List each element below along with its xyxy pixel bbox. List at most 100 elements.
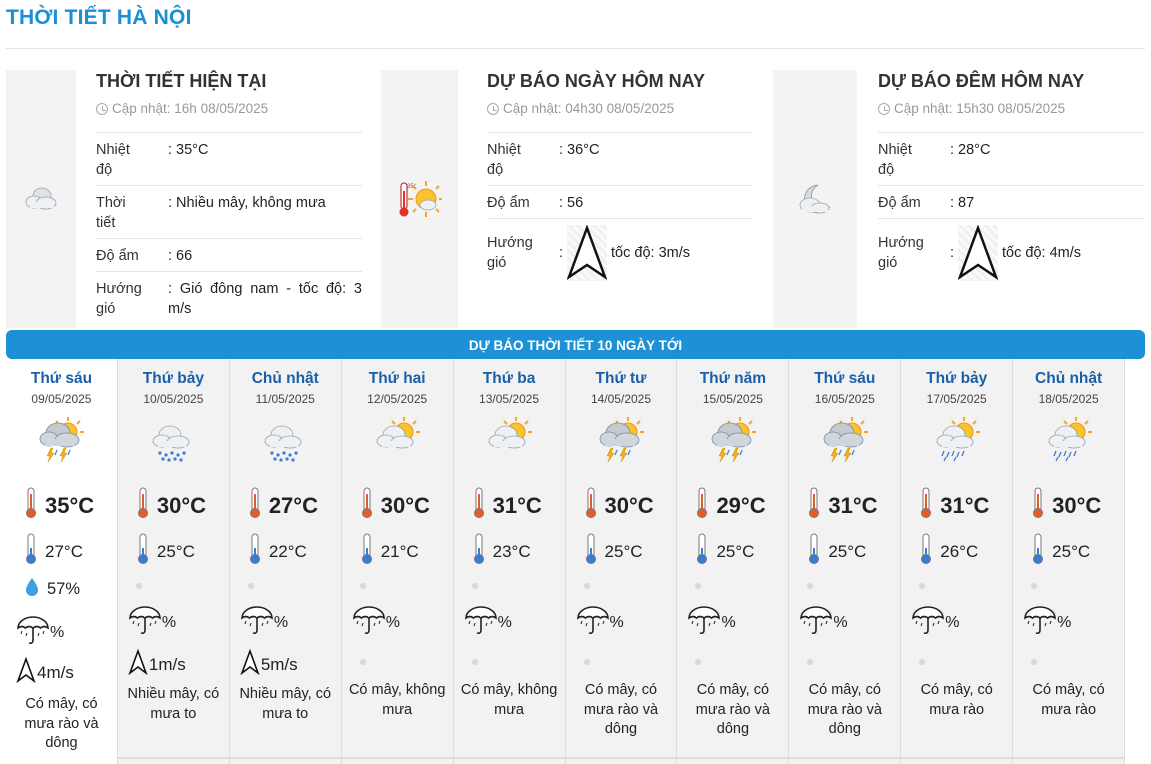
row-value: : [559,244,564,261]
thermometer-hot-icon [472,487,486,525]
row-label: Hướng gió [96,281,142,317]
thermometer-hot-icon [24,487,38,525]
row-value: : 56 [559,195,584,211]
temp-low-value: 25°C [604,541,643,561]
sun-cloud-icon [372,415,422,468]
rain-chance: % [352,605,400,640]
temp-high: 29°C [695,487,766,525]
thermometer-hot-icon [136,487,150,525]
rain-chance-value: % [273,613,289,631]
temp-low-value: 27°C [45,541,83,561]
day-date: 18/05/2025 [1038,392,1099,406]
wind-value: 5m/s [260,654,298,674]
temp-high-value: 30°C [156,493,207,518]
umbrella-icon [464,605,498,640]
rain-chance: % [911,605,959,640]
temp-high-value: 29°C [716,493,766,518]
row-value: : 66 [168,248,193,264]
rain-chance-value: % [833,613,848,631]
day-date: 16/05/2025 [814,392,875,406]
sun-cloud-icon [484,415,534,468]
bottom-divider [118,757,1125,759]
row-label: Nhiệt độ [487,142,521,178]
empty-wind-dot [919,659,926,665]
rain-chance: % [464,605,512,640]
row-value: : 87 [950,195,975,211]
umbrella-icon [799,605,833,640]
today-updated-text: Cập nhật: 04h30 08/05/2025 [503,101,675,116]
thermometer-cold-icon [695,533,709,570]
umbrella-icon [687,605,721,640]
empty-humidity-dot [135,583,142,589]
wind-arrow-icon [16,656,37,688]
day-column: Thứ sáu 16/05/2025 31°C 25°C% Có mây, có mưa… [789,359,902,764]
day-description: Nhiều mây, có mưa to [239,686,332,722]
empty-humidity-dot [471,583,478,589]
day-name: Thứ hai [368,370,426,387]
temp-high-value: 31°C [828,493,878,518]
empty-wind-dot [807,659,814,665]
hot-sun-thermometer-icon: 35° [399,181,442,217]
temp-low-value: 22°C [268,541,307,561]
umbrella-icon [128,605,162,640]
row-value: : 28°C [950,142,991,158]
day-name: Thứ năm [699,370,767,387]
rain-cloud-icon [260,415,310,468]
day-name: Chủ nhật [1035,370,1103,387]
rain-chance-value: % [50,623,65,641]
tonight-temp-row: Nhiệt độ: 28°C [878,133,1144,186]
today-temp-row: Nhiệt độ: 36°C [487,133,753,186]
thunderstorm-sun-icon [708,415,758,468]
current-humidity-row: Độ ẩm : 66 [96,239,362,272]
row-label: Độ ẩm [878,195,921,211]
row-label: Thời tiết [96,195,126,231]
umbrella-icon [16,615,50,650]
today-forecast-panel: 35° DỰ BÁO NGÀY HÔM NAY Cập nhật: 04h30 … [381,70,771,328]
day-date: 11/05/2025 [255,392,315,406]
temp-low: 27°C [24,533,83,570]
wind-speed: tốc độ: 4m/s [1002,244,1082,261]
thermometer-hot-icon [807,487,821,525]
temp-low-value: 25°C [1052,541,1091,561]
rain-chance: % [799,605,848,640]
thermometer-hot-icon [1031,487,1045,525]
empty-wind-dot [583,659,590,665]
humidity: 57% [24,577,80,602]
temp-high: 31°C [472,487,542,525]
temp-low-value: 21°C [380,541,419,561]
temp-high: 35°C [24,487,94,525]
ten-day-banner: DỰ BÁO THỜI TIẾT 10 NGÀY TỚI [6,330,1145,359]
thermometer-hot-icon [360,487,374,525]
rain-chance: % [16,615,64,650]
empty-humidity-dot [359,583,366,589]
title-divider [6,48,1145,49]
sun-rain-icon [1044,415,1094,468]
rain-chance: % [1023,605,1071,640]
day-column: Chủ nhật 11/05/2025 27°C 22°C% 5m/s Nhiều mây… [230,359,342,764]
row-value: : Nhiều mây, không mưa [168,195,326,211]
current-icon-box [6,70,76,328]
empty-humidity-dot [807,583,814,589]
moon-cloud-icon [799,184,831,214]
row-label: Độ ẩm [96,248,139,264]
empty-humidity-dot [695,583,702,589]
day-name: Thứ ba [482,370,536,387]
wind-speed: tốc độ: 3m/s [611,244,691,261]
row-label: Hướng gió [878,234,924,271]
row-label: Độ ẩm [487,195,530,211]
rain-chance-value: % [385,613,400,631]
temp-high: 30°C [360,487,430,525]
temp-low: 25°C [1031,533,1090,570]
temp-high: 30°C [136,487,206,525]
day-description: Có mây, không mưa [460,682,558,718]
thermometer-cold-icon [919,533,933,570]
day-description: Có mây, có mưa rào và dông [24,696,99,751]
empty-humidity-dot [919,583,926,589]
tonight-humidity-row: Độ ẩm : 87 [878,186,1144,219]
thermometer-cold-icon [807,533,821,570]
day-column: Thứ bảy 17/05/2025 31°C 26°C% Có mây, có mưa… [901,359,1014,764]
thermometer-cold-icon [248,533,262,570]
thermometer-hot-icon [695,487,709,525]
today-title: DỰ BÁO NGÀY HÔM NAY [487,71,705,91]
day-date: 17/05/2025 [926,392,987,406]
